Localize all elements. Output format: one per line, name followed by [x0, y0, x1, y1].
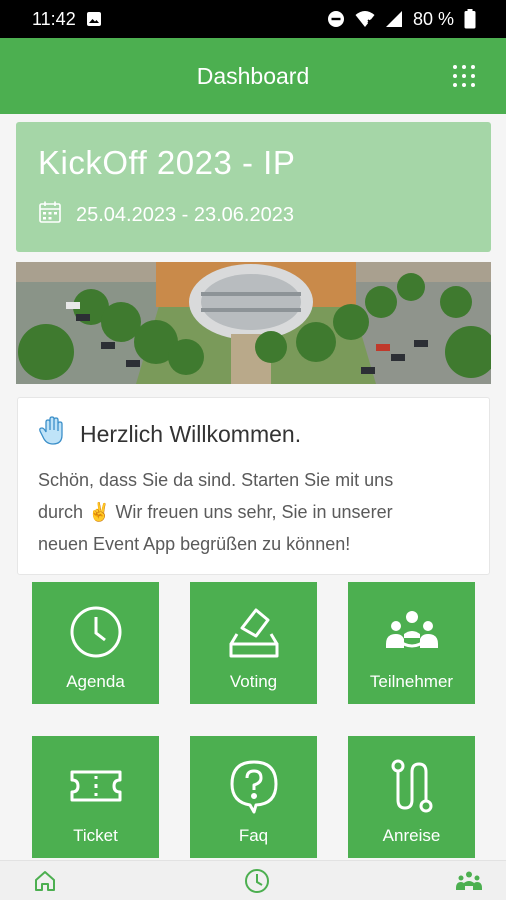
calendar-icon	[38, 200, 62, 230]
image-notification-icon	[86, 11, 102, 27]
tile-voting[interactable]: Voting	[190, 582, 317, 704]
welcome-title: Herzlich Willkommen.	[80, 420, 302, 447]
people-icon	[384, 604, 440, 660]
do-not-disturb-icon	[327, 10, 345, 28]
wifi-icon	[355, 10, 375, 28]
welcome-line: neuen Event App begrüßen zu können!	[38, 534, 351, 554]
battery-percent: 80 %	[412, 8, 454, 29]
tile-label: Ticket	[73, 826, 118, 845]
signal-icon	[385, 10, 403, 28]
welcome-text: Schön, dass Sie da sind. Starten Sie mit…	[38, 464, 469, 560]
status-time: 11:42	[32, 8, 76, 29]
bottom-navigation	[0, 860, 506, 900]
people-icon[interactable]	[454, 867, 484, 895]
app-bar: Dashboard	[0, 38, 506, 114]
ballot-icon	[226, 604, 282, 660]
grid-menu-icon[interactable]	[452, 64, 476, 88]
welcome-header: Herzlich Willkommen.	[38, 416, 469, 452]
welcome-line: Schön, dass Sie da sind. Starten Sie mit…	[38, 470, 394, 490]
event-banner-image	[16, 262, 491, 384]
clock-icon	[68, 604, 124, 660]
status-bar: 11:42 80 %	[0, 0, 506, 38]
clock-icon[interactable]	[242, 867, 272, 895]
event-dates-row: 25.04.2023 - 23.06.2023	[38, 200, 469, 230]
ticket-icon	[68, 758, 124, 814]
tile-agenda[interactable]: Agenda	[32, 582, 159, 704]
battery-icon	[464, 9, 476, 29]
tile-label: Voting	[229, 672, 278, 691]
home-icon[interactable]	[30, 867, 60, 895]
welcome-line: durch ✌ Wir freuen uns sehr, Sie in unse…	[38, 502, 393, 522]
tile-anreise[interactable]: Anreise	[348, 736, 475, 858]
raised-hand-icon	[38, 416, 68, 452]
tile-label: Faq	[238, 826, 269, 845]
event-card[interactable]: KickOff 2023 - IP 25.04.2023 - 23.06.202…	[16, 122, 491, 252]
event-dates: 25.04.2023 - 23.06.2023	[76, 203, 294, 226]
tile-label: Anreise	[382, 826, 441, 845]
tile-faq[interactable]: Faq	[190, 736, 317, 858]
question-bubble-icon	[226, 758, 282, 814]
route-icon	[384, 758, 440, 814]
tile-label: Teilnehmer	[369, 672, 454, 691]
tile-teilnehmer[interactable]: Teilnehmer	[348, 582, 475, 704]
event-name: KickOff 2023 - IP	[38, 144, 296, 181]
tile-label: Agenda	[66, 672, 125, 691]
tile-ticket[interactable]: Ticket	[32, 736, 159, 858]
page-title: Dashboard	[196, 62, 310, 89]
welcome-card: Herzlich Willkommen. Schön, dass Sie da …	[17, 397, 490, 575]
